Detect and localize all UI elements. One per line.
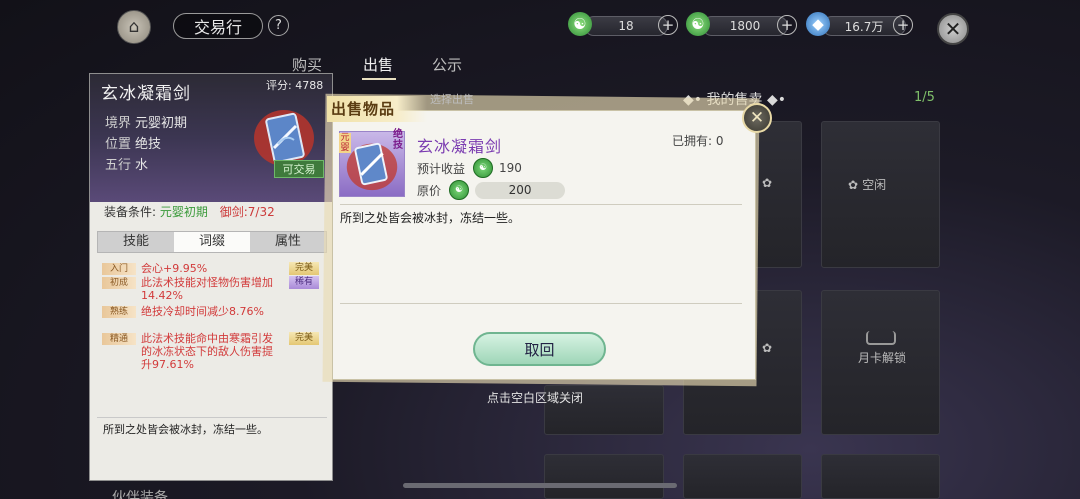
affix-row: 熟练 绝技冷却时间减少8.76% xyxy=(102,305,326,318)
active-tab-indicator xyxy=(362,78,396,80)
affix-row: 初成 此法术技能对怪物伤害增加14.42% 稀有 xyxy=(102,276,326,302)
affix-level: 初成 xyxy=(102,277,136,289)
affix-text: 此法术技能命中由寒霜引发的冰冻状态下的敌人伤害提升97.61% xyxy=(141,332,273,371)
realm-tag: 元婴 xyxy=(339,133,351,153)
sale-slot[interactable] xyxy=(683,454,802,499)
detail-tabs: 技能 词缀 属性 xyxy=(97,231,327,253)
pavilion-icon[interactable]: ⌂ xyxy=(117,10,151,44)
popup-item-name: 玄冰凝霜剑 xyxy=(417,137,503,156)
page-title: 交易行 xyxy=(173,13,263,39)
home-indicator xyxy=(403,483,677,488)
slot-idle-label: 空闲 xyxy=(862,178,887,192)
bound-coin-icon: ☯ xyxy=(686,12,710,36)
currency-jade-value: 18 xyxy=(584,16,668,36)
affix-text: 此法术技能对怪物伤害增加14.42% xyxy=(141,276,273,302)
sales-count: 1/5 xyxy=(914,90,935,105)
affix-text: 绝技冷却时间减少8.76% xyxy=(141,305,264,318)
tap-to-close-hint: 点击空白区域关闭 xyxy=(487,391,584,405)
currency-bound-value: 1800 xyxy=(702,16,788,36)
add-bound-coin-button[interactable]: + xyxy=(777,15,797,35)
close-icon[interactable]: ✕ xyxy=(937,13,969,45)
jade-coin-icon: ☯ xyxy=(568,12,592,36)
owned-count: 已拥有: 0 xyxy=(672,134,724,148)
affix-quality-badge: 稀有 xyxy=(289,276,319,289)
affix-quality-badge: 完美 xyxy=(289,332,319,345)
income-label: 预计收益 xyxy=(417,161,466,176)
tab-sell[interactable]: 出售 xyxy=(363,54,393,75)
tab-buy[interactable]: 购买 xyxy=(292,54,322,75)
item-description: 所到之处皆会被冰封，冻结一些。 xyxy=(103,423,268,436)
popup-item-description: 所到之处皆会被冰封，冻结一些。 xyxy=(340,211,521,225)
lock-icon xyxy=(866,331,896,345)
jade-coin-icon: ☯ xyxy=(449,180,470,200)
type-tag: 绝技 xyxy=(393,129,403,151)
equip-requirement: 装备条件: 元婴初期 御剑:7/32 xyxy=(104,205,275,219)
item-name: 玄冰凝霜剑 xyxy=(101,84,191,104)
add-jade-button[interactable]: + xyxy=(658,15,678,35)
divider xyxy=(97,417,327,418)
affix-level: 精通 xyxy=(102,333,136,345)
tab-affix[interactable]: 词缀 xyxy=(174,232,250,252)
affix-row: 入门 会心+9.95% 完美 xyxy=(102,262,326,275)
divider xyxy=(340,204,742,205)
slot-flower-icon: ✿ xyxy=(848,177,859,192)
price-label: 原价 xyxy=(417,183,442,198)
tradable-badge: 可交易 xyxy=(274,160,324,178)
income-value: 190 xyxy=(499,161,522,175)
affix-row: 精通 此法术技能命中由寒霜引发的冰冻状态下的敌人伤害提升97.61% 完美 xyxy=(102,332,326,371)
spirit-stone-icon: ◆ xyxy=(806,12,830,36)
original-price-row: 原价 ☯ 200 xyxy=(417,180,566,200)
tab-public[interactable]: 公示 xyxy=(432,54,462,75)
sale-slot[interactable] xyxy=(544,454,664,499)
item-attr-realm: 境界 元婴初期 xyxy=(105,116,188,131)
popup-select-hint: 选择出售 xyxy=(430,93,474,106)
affix-level: 熟练 xyxy=(102,306,136,318)
popup-close-icon[interactable]: ✕ xyxy=(742,103,772,133)
tab-attributes[interactable]: 属性 xyxy=(250,232,326,252)
tab-skill[interactable]: 技能 xyxy=(98,232,174,252)
item-detail-panel: 玄冰凝霜剑 评分: 4788 境界 元婴初期 位置 绝技 五行水 可交易 装备条件:… xyxy=(89,73,333,481)
help-button[interactable]: ? xyxy=(268,15,289,36)
affix-level: 入门 xyxy=(102,263,136,275)
item-detail-header: 玄冰凝霜剑 评分: 4788 境界 元婴初期 位置 绝技 五行水 可交易 xyxy=(90,74,332,202)
popup-title: 出售物品 xyxy=(327,96,427,122)
item-attr-element: 五行水 xyxy=(105,158,149,173)
partner-equipment-label: 伙伴装备 xyxy=(112,490,168,499)
sale-slot-locked[interactable]: 月卡解锁 xyxy=(821,290,940,435)
jade-coin-icon: ☯ xyxy=(473,158,494,178)
item-score: 评分: 4788 xyxy=(266,79,324,92)
expected-income-row: 预计收益 ☯ 190 xyxy=(417,158,522,178)
sale-slot[interactable] xyxy=(821,454,940,499)
affix-text: 会心+9.95% xyxy=(141,262,208,275)
slot-flower-icon: ✿ xyxy=(762,176,773,190)
slot-locked-label: 月卡解锁 xyxy=(858,351,907,365)
price-value: 200 xyxy=(475,181,566,199)
item-attr-position: 位置 绝技 xyxy=(105,137,162,152)
affix-quality-badge: 完美 xyxy=(289,262,319,275)
retrieve-button[interactable]: 取回 xyxy=(473,332,606,366)
slot-flower-icon: ✿ xyxy=(762,341,773,355)
divider xyxy=(340,303,742,304)
add-spirit-stone-button[interactable]: + xyxy=(893,15,913,35)
sale-slot-idle[interactable]: ✿ 空闲 xyxy=(821,121,940,268)
